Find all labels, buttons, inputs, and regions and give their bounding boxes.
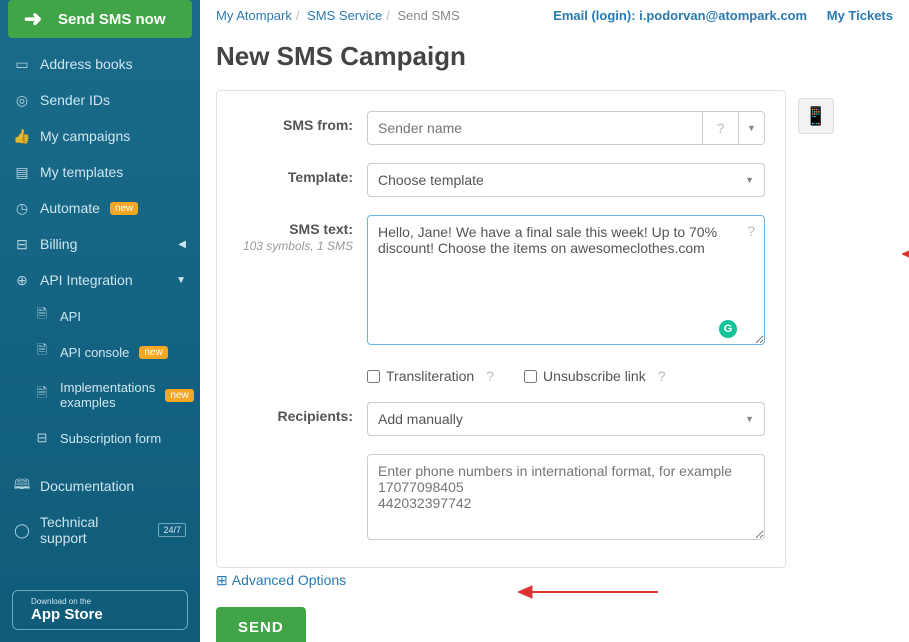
send-now-label: Send SMS now: [58, 11, 166, 28]
sidebar-item-label: Subscription form: [60, 431, 161, 446]
new-badge: new: [110, 202, 138, 215]
appstore-small: Download on the: [31, 597, 103, 606]
sender-name-input[interactable]: [367, 111, 703, 145]
badge-247: 24/7: [158, 523, 186, 537]
billing-icon: ⊟: [14, 236, 30, 252]
sidebar-item-label: Documentation: [40, 478, 134, 494]
doc-icon: 🗎: [34, 308, 50, 324]
campaign-icon: 👍: [14, 128, 30, 144]
doc-icon: 🗎: [34, 387, 50, 403]
sidebar-item-automate[interactable]: ◷ Automate new: [0, 190, 200, 226]
id-icon: ◎: [14, 92, 30, 108]
help-icon[interactable]: ?: [658, 368, 666, 384]
help-icon[interactable]: ?: [747, 223, 755, 239]
template-label: Template:: [237, 163, 367, 197]
sidebar-sub-implementations[interactable]: 🗎 Implementations examples new: [0, 370, 200, 420]
template-select[interactable]: Choose template ▼: [367, 163, 765, 197]
sms-text-counter: 103 symbols, 1 SMS: [237, 239, 353, 253]
unsubscribe-box[interactable]: [524, 370, 537, 383]
transliteration-box[interactable]: [367, 370, 380, 383]
support-icon: ◯: [14, 522, 30, 538]
new-badge: new: [139, 346, 167, 359]
recipients-value: Add manually: [378, 411, 463, 427]
book-icon: ▭: [14, 56, 30, 72]
sidebar-item-label: Technical support: [40, 514, 148, 546]
api-icon: ⊕: [14, 272, 30, 288]
new-badge: new: [165, 389, 193, 402]
doc-icon: 🗎: [34, 344, 50, 360]
checkbox-label: Unsubscribe link: [543, 368, 646, 384]
template-icon: ▤: [14, 164, 30, 180]
sidebar-sub-api-console[interactable]: 🗎 API console new: [0, 334, 200, 370]
caret-down-icon: ▼: [745, 175, 754, 185]
sidebar-item-my-templates[interactable]: ▤ My templates: [0, 154, 200, 190]
sidebar-item-label: API Integration: [40, 272, 133, 288]
page-title: New SMS Campaign: [216, 41, 893, 72]
sidebar-item-documentation[interactable]: 🕮 Documentation: [0, 468, 200, 504]
breadcrumb-link[interactable]: SMS Service: [307, 8, 382, 23]
appstore-big: App Store: [31, 606, 103, 623]
clock-icon: ◷: [14, 200, 30, 216]
transliteration-checkbox[interactable]: Transliteration: [367, 368, 474, 384]
sidebar-item-label: API: [60, 309, 81, 324]
recipients-label: Recipients:: [237, 402, 367, 436]
plus-square-icon: ⊞: [216, 572, 228, 588]
arrow-right-icon: ➜: [18, 6, 48, 32]
sidebar-sub-api[interactable]: 🗎 API: [0, 298, 200, 334]
breadcrumb: My Atompark/ SMS Service/ Send SMS: [216, 8, 460, 23]
sms-text-label: SMS text:: [289, 221, 353, 237]
sidebar-item-sender-ids[interactable]: ◎ Sender IDs: [0, 82, 200, 118]
caret-down-icon: ▼: [176, 275, 186, 286]
send-button[interactable]: SEND: [216, 607, 306, 642]
sidebar-item-label: Billing: [40, 236, 77, 252]
sidebar-item-label: Address books: [40, 56, 133, 72]
advanced-options-link[interactable]: Advanced Options: [232, 572, 346, 588]
sidebar-item-label: My campaigns: [40, 128, 130, 144]
sidebar-item-label: Implementations examples: [60, 380, 155, 410]
breadcrumb-current: Send SMS: [398, 8, 460, 23]
checkbox-label: Transliteration: [386, 368, 474, 384]
template-value: Choose template: [378, 172, 484, 188]
docs-icon: 🕮: [14, 478, 30, 494]
caret-left-icon: ◀: [178, 239, 186, 250]
grammarly-icon[interactable]: G: [719, 320, 737, 338]
sidebar-item-api-integration[interactable]: ⊕ API Integration ▼: [0, 262, 200, 298]
email-login-link[interactable]: Email (login): i.podorvan@atompark.com: [553, 8, 807, 23]
sidebar-item-label: API console: [60, 345, 129, 360]
sidebar-item-address-books[interactable]: ▭ Address books: [0, 46, 200, 82]
sender-dropdown-toggle[interactable]: ▼: [739, 111, 765, 145]
recipients-select[interactable]: Add manually ▼: [367, 402, 765, 436]
my-tickets-link[interactable]: My Tickets: [827, 8, 893, 23]
sidebar-item-label: My templates: [40, 164, 123, 180]
help-icon[interactable]: ?: [703, 111, 739, 145]
sidebar-item-billing[interactable]: ⊟ Billing ◀: [0, 226, 200, 262]
phone-preview-button[interactable]: 📱: [798, 98, 834, 134]
unsubscribe-checkbox[interactable]: Unsubscribe link: [524, 368, 646, 384]
sidebar-item-my-campaigns[interactable]: 👍 My campaigns: [0, 118, 200, 154]
sms-text-textarea[interactable]: [367, 215, 765, 345]
send-sms-now-button[interactable]: ➜ Send SMS now: [8, 0, 192, 38]
sidebar-item-label: Sender IDs: [40, 92, 110, 108]
form-icon: ⊟: [34, 430, 50, 446]
phone-icon: 📱: [805, 106, 827, 127]
sidebar-sub-subscription-form[interactable]: ⊟ Subscription form: [0, 420, 200, 456]
sms-from-label: SMS from:: [237, 111, 367, 145]
breadcrumb-link[interactable]: My Atompark: [216, 8, 292, 23]
help-icon[interactable]: ?: [486, 368, 494, 384]
sidebar-item-technical-support[interactable]: ◯ Technical support 24/7: [0, 504, 200, 556]
appstore-button[interactable]: Download on theApp Store: [12, 590, 188, 630]
caret-down-icon: ▼: [745, 414, 754, 424]
annotation-arrow: [902, 244, 909, 264]
phone-numbers-textarea[interactable]: [367, 454, 765, 540]
sidebar-item-label: Automate: [40, 200, 100, 216]
